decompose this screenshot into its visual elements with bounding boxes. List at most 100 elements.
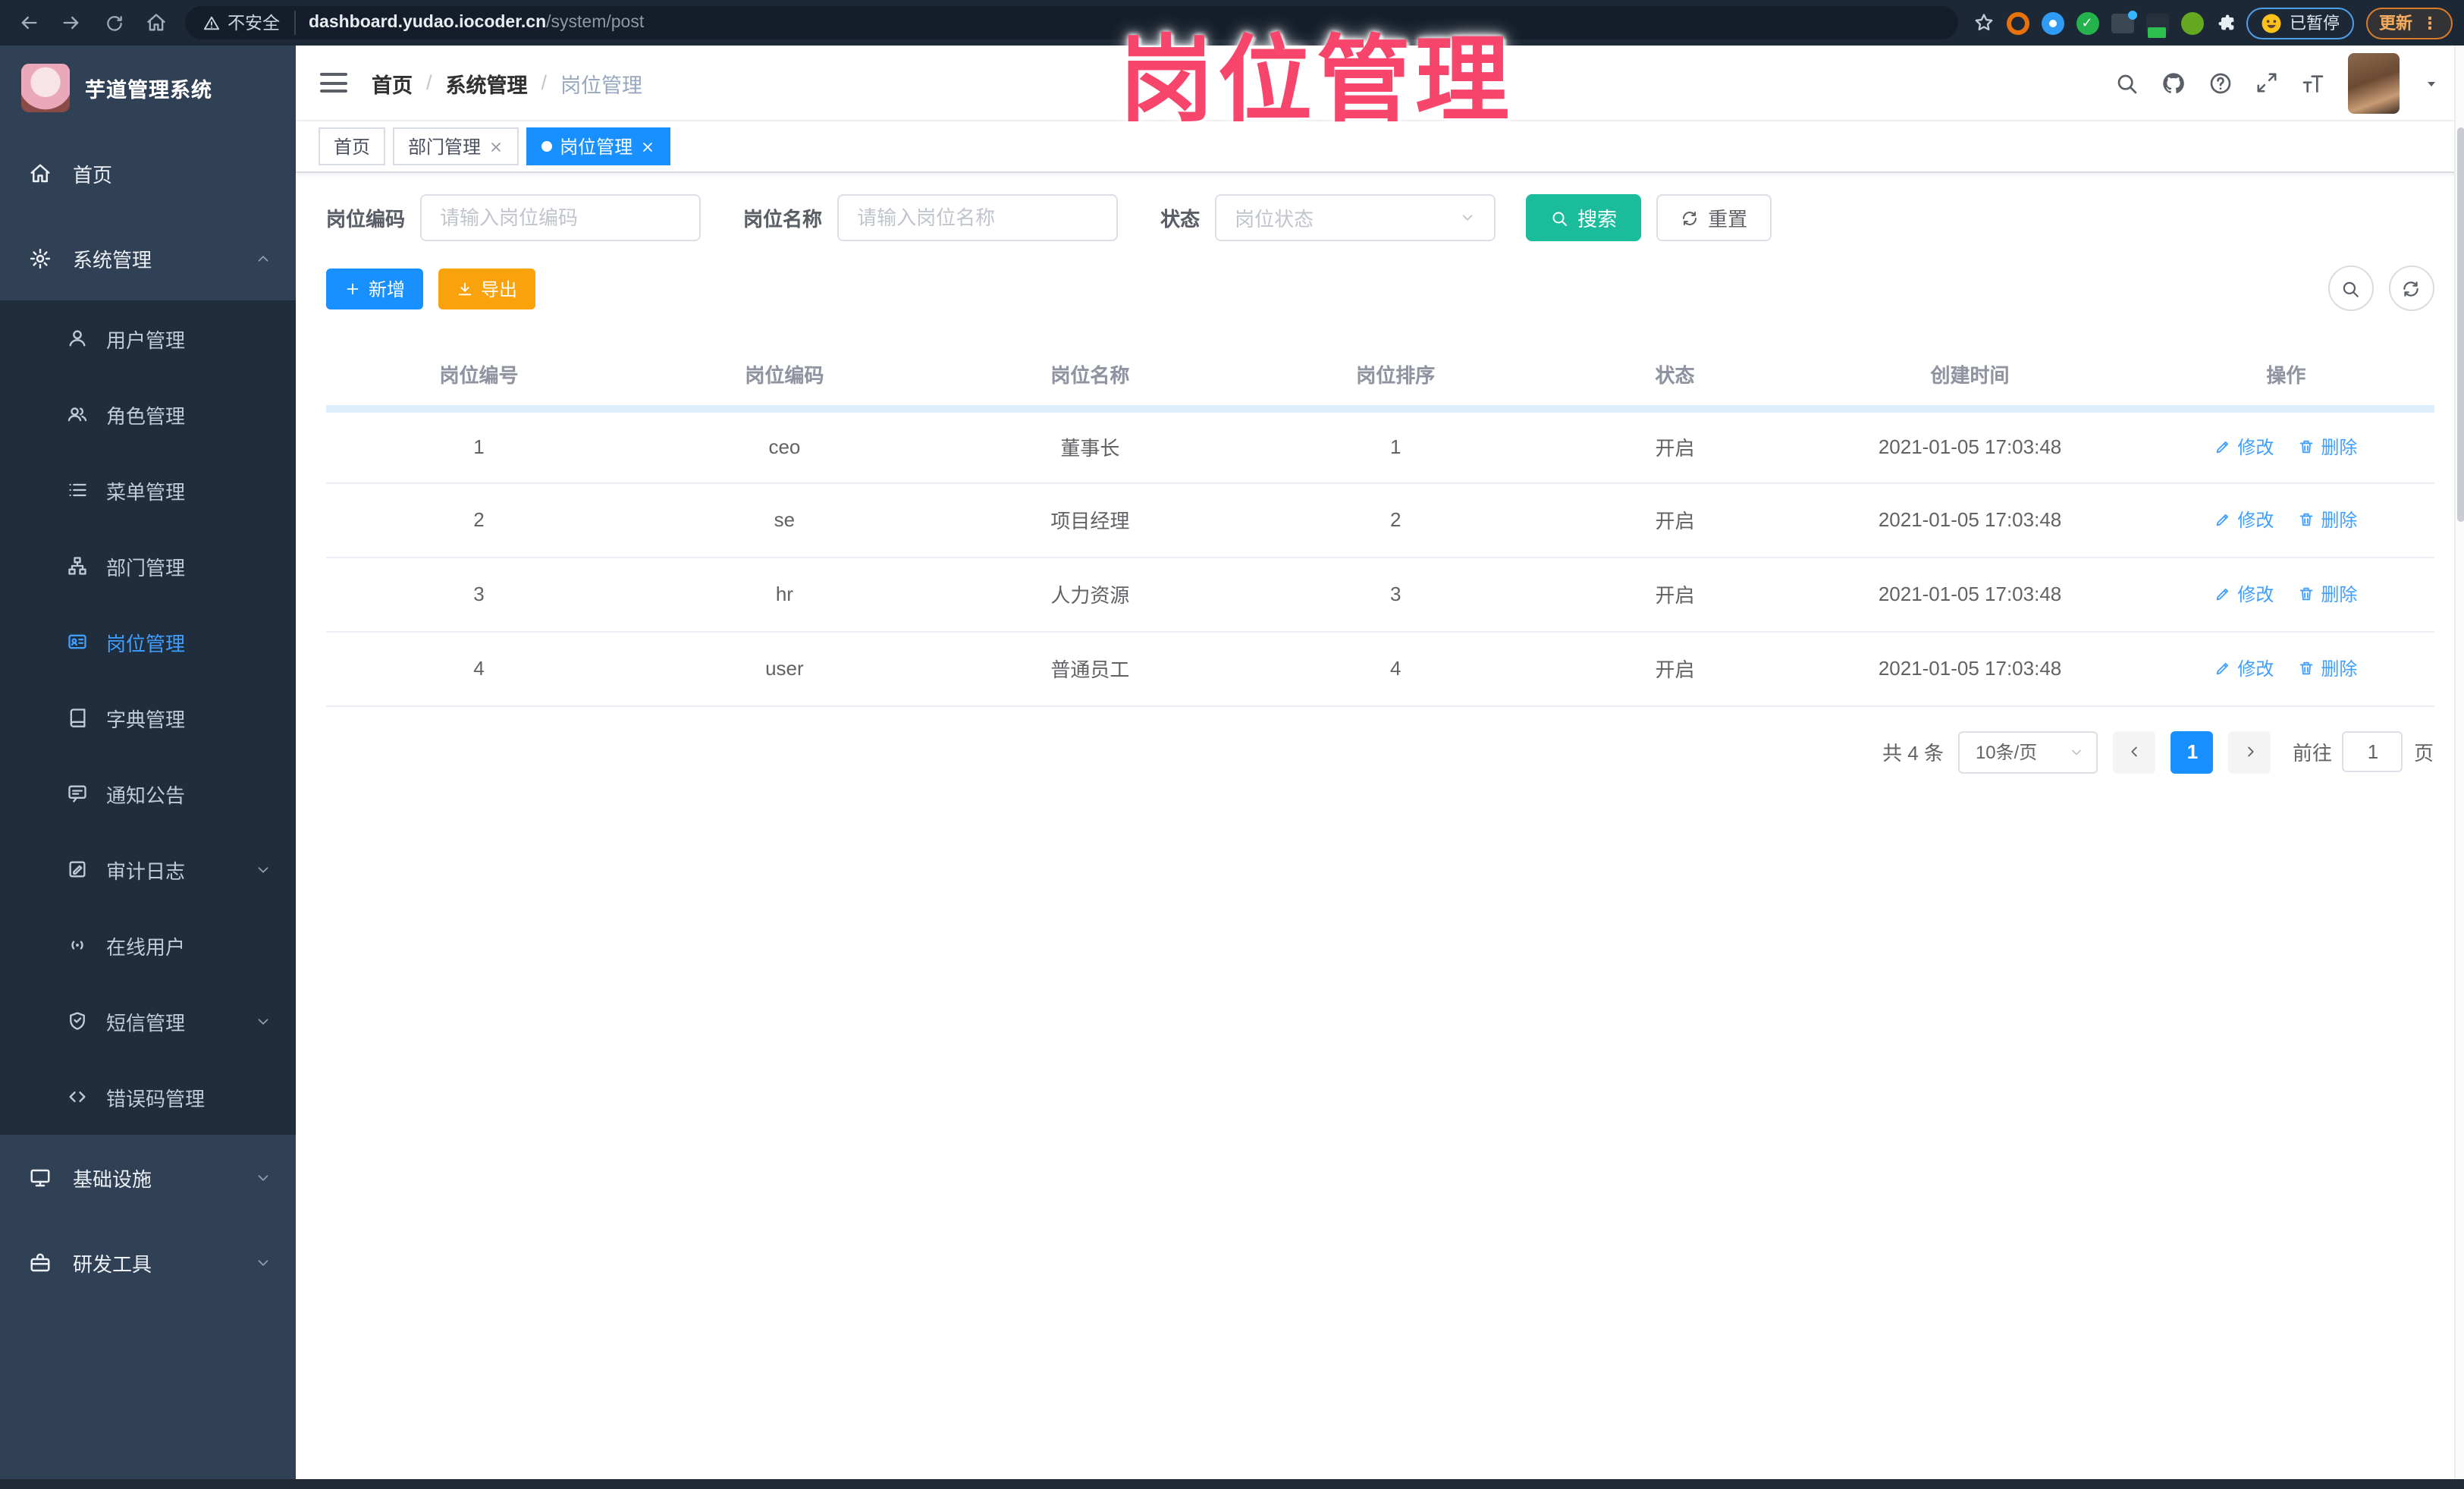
toolbar-utilities: [2327, 265, 2434, 311]
filter-post-code: 岗位编码: [326, 194, 702, 241]
caret-down-icon[interactable]: [2422, 74, 2440, 92]
total-count: 共 4 条: [1882, 742, 1944, 765]
scrollbar[interactable]: [2453, 46, 2464, 1489]
sidebar-item-home[interactable]: 首页: [0, 130, 296, 215]
sidebar-item-notices[interactable]: 通知公告: [0, 755, 296, 831]
user-avatar[interactable]: [2347, 52, 2399, 113]
org-tree-icon: [67, 555, 88, 576]
url-path: /system/post: [546, 14, 645, 32]
home-icon[interactable]: [140, 6, 173, 39]
sidebar-item-departments[interactable]: 部门管理: [0, 528, 296, 604]
breadcrumb-system[interactable]: 系统管理: [446, 68, 528, 98]
export-button[interactable]: 导出: [438, 268, 536, 309]
tab-post-management[interactable]: 岗位管理: [526, 127, 671, 165]
trash-icon: [2298, 438, 2315, 455]
bookmark-star-icon[interactable]: [1973, 12, 1994, 33]
delete-link[interactable]: 删除: [2298, 581, 2357, 607]
status-label: 状态: [1160, 208, 1201, 231]
browser-update-button[interactable]: 更新 ⋮: [2365, 7, 2452, 39]
search-button[interactable]: 搜索: [1526, 194, 1642, 241]
col-post-sort: 岗位排序: [1242, 344, 1549, 412]
page-number-1[interactable]: 1: [2171, 730, 2214, 773]
search-icon[interactable]: [2114, 71, 2138, 95]
prev-page-button[interactable]: [2113, 730, 2156, 773]
extensions-puzzle-icon[interactable]: [2215, 12, 2236, 33]
forward-icon[interactable]: [55, 6, 88, 39]
toggle-search-button[interactable]: [2327, 265, 2373, 311]
post-code-input[interactable]: [420, 194, 702, 241]
browser-toolbar: 不安全 dashboard.yudao.iocoder.cn/system/po…: [0, 0, 2464, 46]
goto-page: 前往 页: [2293, 731, 2434, 772]
app-window: 芋道管理系统 首页 系统管理 用户管理 角色管理 菜单管理 部门管理 岗位管理 …: [0, 46, 2464, 1489]
add-button[interactable]: 新增: [326, 268, 424, 309]
breadcrumb: 首页 / 系统管理 / 岗位管理: [372, 68, 642, 98]
close-icon[interactable]: [488, 139, 504, 154]
edit-link[interactable]: 修改: [2214, 655, 2274, 681]
status-select[interactable]: 岗位状态: [1215, 194, 1496, 241]
delete-link[interactable]: 删除: [2298, 434, 2357, 460]
shield-icon: [67, 1010, 88, 1032]
sidebar-item-online-users[interactable]: 在线用户: [0, 907, 296, 983]
font-size-icon[interactable]: [2300, 71, 2324, 95]
extension-icon[interactable]: ✓: [2076, 11, 2098, 34]
sidebar-item-system[interactable]: 系统管理: [0, 215, 296, 300]
sidebar-item-sms[interactable]: 短信管理: [0, 983, 296, 1059]
main-area: 首页 / 系统管理 / 岗位管理 首页 部门管理 岗位管理 岗位编码 请输入岗位…: [296, 46, 2464, 1489]
warning-icon: [203, 14, 220, 31]
sidebar-item-posts[interactable]: 岗位管理: [0, 604, 296, 680]
back-icon[interactable]: [12, 6, 46, 39]
sidebar-submenu-system: 用户管理 角色管理 菜单管理 部门管理 岗位管理 字典管理 通知公告 审计日志 …: [0, 300, 296, 1135]
profile-paused-badge[interactable]: 已暂停: [2246, 7, 2353, 39]
reload-icon[interactable]: [97, 6, 130, 39]
refresh-icon: [2401, 278, 2421, 298]
breadcrumb-separator: /: [541, 71, 548, 94]
github-icon[interactable]: [2161, 71, 2185, 95]
browser-menu-icon[interactable]: ⋮: [2422, 13, 2438, 33]
extension-icon[interactable]: [2006, 11, 2029, 34]
sidebar-item-audit-log[interactable]: 审计日志: [0, 831, 296, 907]
chevron-left-icon: [2127, 743, 2143, 760]
pagination: 共 4 条 10条/页 1 前往 页: [326, 730, 2434, 773]
active-dot-icon: [541, 141, 553, 152]
post-code-label: 岗位编码: [326, 208, 406, 231]
breadcrumb-current: 岗位管理: [560, 74, 643, 96]
sidebar-item-error-codes[interactable]: 错误码管理: [0, 1059, 296, 1135]
extension-icon[interactable]: [2180, 11, 2203, 34]
reset-button[interactable]: 重置: [1656, 194, 1772, 241]
table-row: 2 se 项目经理 2 开启 2021-01-05 17:03:48 修改 删除: [326, 482, 2434, 558]
scrollbar-thumb[interactable]: [2456, 127, 2464, 522]
delete-link[interactable]: 删除: [2298, 507, 2357, 532]
pencil-icon: [2214, 660, 2231, 677]
close-icon[interactable]: [640, 139, 655, 154]
edit-link[interactable]: 修改: [2214, 581, 2274, 607]
sidebar-item-users[interactable]: 用户管理: [0, 300, 296, 376]
sidebar-item-dictionary[interactable]: 字典管理: [0, 680, 296, 755]
delete-link[interactable]: 删除: [2298, 655, 2357, 681]
sidebar-item-dev-tools[interactable]: 研发工具: [0, 1220, 296, 1305]
hamburger-icon[interactable]: [320, 73, 347, 93]
url-text: dashboard.yudao.iocoder.cn/system/post: [309, 14, 644, 32]
tab-department-management[interactable]: 部门管理: [393, 127, 519, 165]
sidebar-item-infrastructure[interactable]: 基础设施: [0, 1135, 296, 1220]
breadcrumb-home[interactable]: 首页: [372, 68, 413, 98]
address-bar[interactable]: 不安全 dashboard.yudao.iocoder.cn/system/po…: [185, 6, 1957, 39]
next-page-button[interactable]: [2228, 730, 2271, 773]
extension-icon[interactable]: [2145, 13, 2168, 37]
goto-page-input[interactable]: [2342, 731, 2403, 772]
post-name-input[interactable]: [837, 194, 1119, 241]
sidebar-item-roles[interactable]: 角色管理: [0, 376, 296, 452]
app-logo-row[interactable]: 芋道管理系统: [0, 46, 296, 130]
extension-icon[interactable]: [2041, 11, 2064, 34]
tab-home[interactable]: 首页: [319, 127, 386, 165]
chevron-down-icon: [255, 861, 272, 878]
help-icon[interactable]: [2208, 71, 2232, 95]
edit-link[interactable]: 修改: [2214, 434, 2274, 460]
edit-link[interactable]: 修改: [2214, 507, 2274, 532]
pencil-icon: [2214, 438, 2231, 455]
security-chip[interactable]: 不安全: [203, 11, 295, 35]
fullscreen-icon[interactable]: [2255, 71, 2277, 94]
extension-icon[interactable]: [2111, 10, 2136, 33]
sidebar-item-menus[interactable]: 菜单管理: [0, 452, 296, 528]
page-size-select[interactable]: 10条/页: [1958, 730, 2098, 773]
refresh-table-button[interactable]: [2388, 265, 2434, 311]
